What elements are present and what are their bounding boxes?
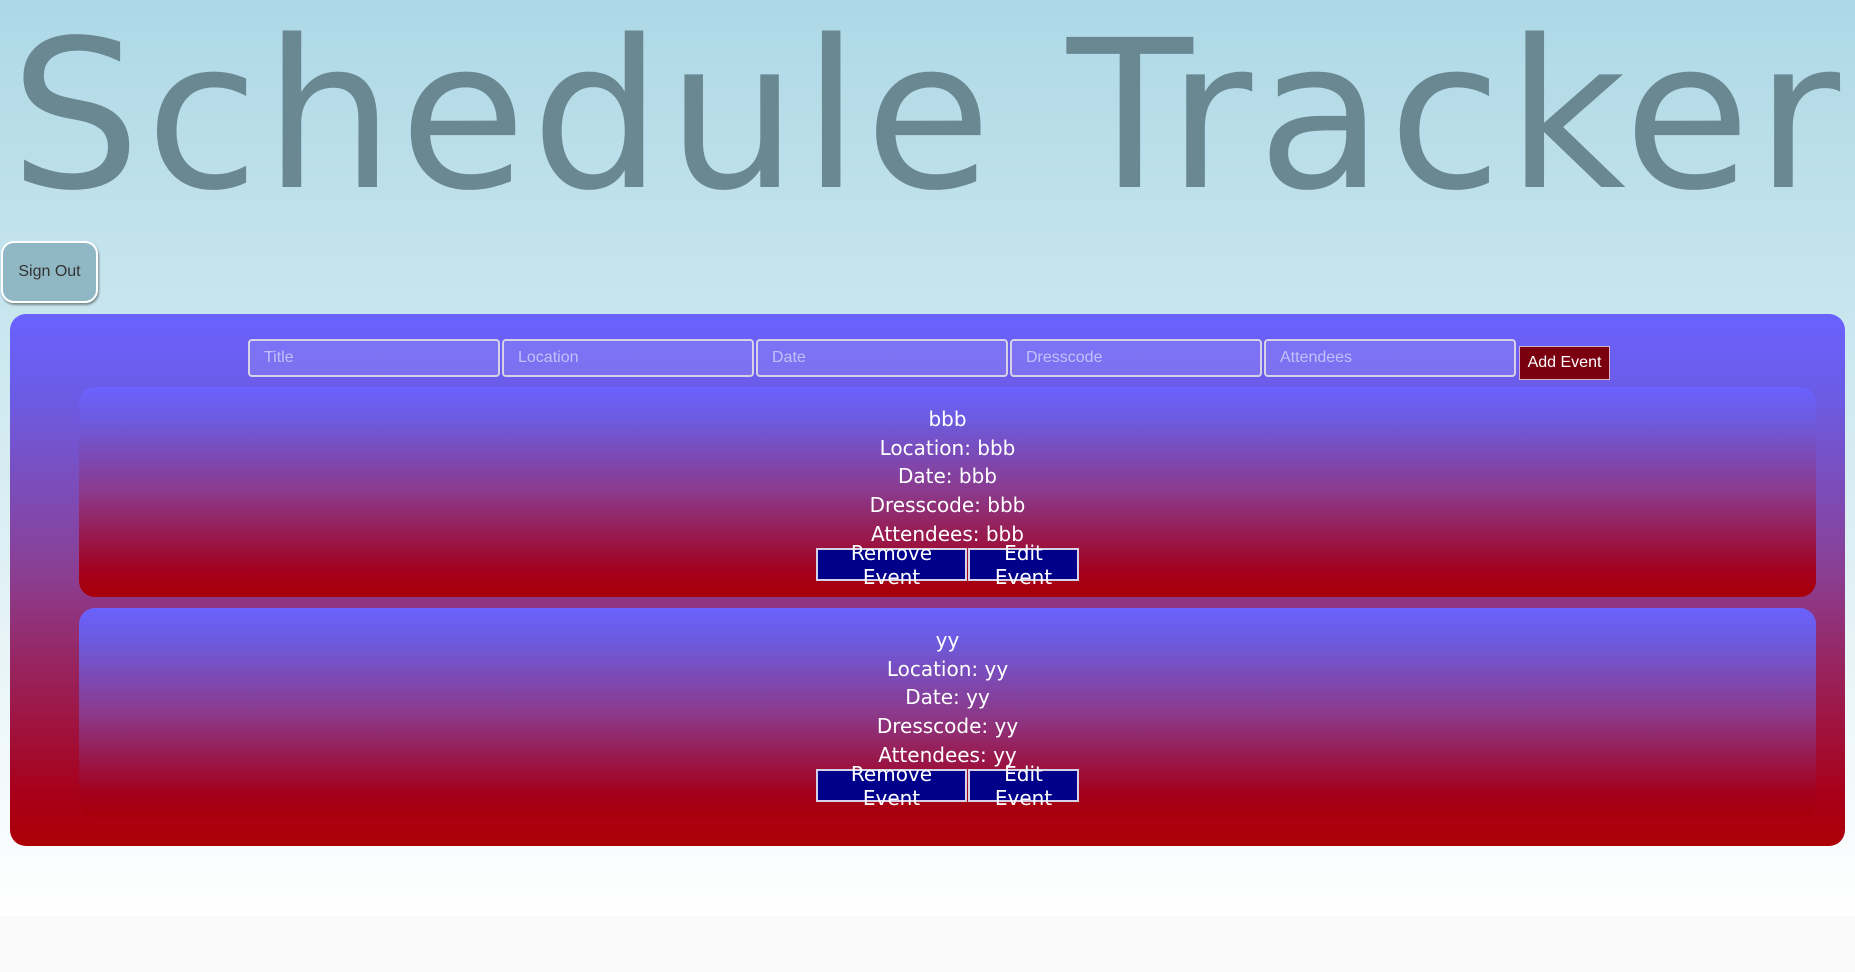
title-input[interactable]: [248, 339, 500, 377]
edit-event-button[interactable]: Edit Event: [968, 541, 1079, 589]
event-actions: Remove Event Edit Event: [79, 762, 1816, 810]
event-location: Location: yy: [886, 656, 1009, 681]
date-input[interactable]: [756, 339, 1008, 377]
event-date: Date: yy: [905, 685, 990, 710]
event-card: bbb Location: bbb Date: bbb Dresscode: b…: [79, 387, 1816, 597]
events-panel: Add Event bbb Location: bbb Date: bbb Dr…: [10, 314, 1845, 846]
event-title: yy: [935, 628, 960, 652]
app-title: Schedule Tracker: [9, 0, 1846, 236]
remove-event-button[interactable]: Remove Event: [816, 762, 967, 810]
event-date: Date: bbb: [898, 464, 997, 489]
event-dresscode: Dresscode: yy: [876, 714, 1019, 739]
event-dresscode: Dresscode: bbb: [869, 493, 1026, 518]
sign-out-button[interactable]: Sign Out: [1, 241, 98, 303]
dresscode-input[interactable]: [1010, 339, 1262, 377]
add-event-form: Add Event: [248, 333, 1610, 383]
edit-event-button[interactable]: Edit Event: [968, 762, 1079, 810]
event-card: yy Location: yy Date: yy Dresscode: yy A…: [79, 608, 1816, 818]
location-input[interactable]: [502, 339, 754, 377]
event-location: Location: bbb: [879, 435, 1016, 460]
event-actions: Remove Event Edit Event: [79, 541, 1816, 589]
add-event-button[interactable]: Add Event: [1519, 346, 1610, 380]
page: Schedule Tracker Sign Out Add Event bbb …: [0, 0, 1855, 916]
attendees-input[interactable]: [1264, 339, 1516, 377]
remove-event-button[interactable]: Remove Event: [816, 541, 967, 589]
event-title: bbb: [928, 407, 967, 431]
